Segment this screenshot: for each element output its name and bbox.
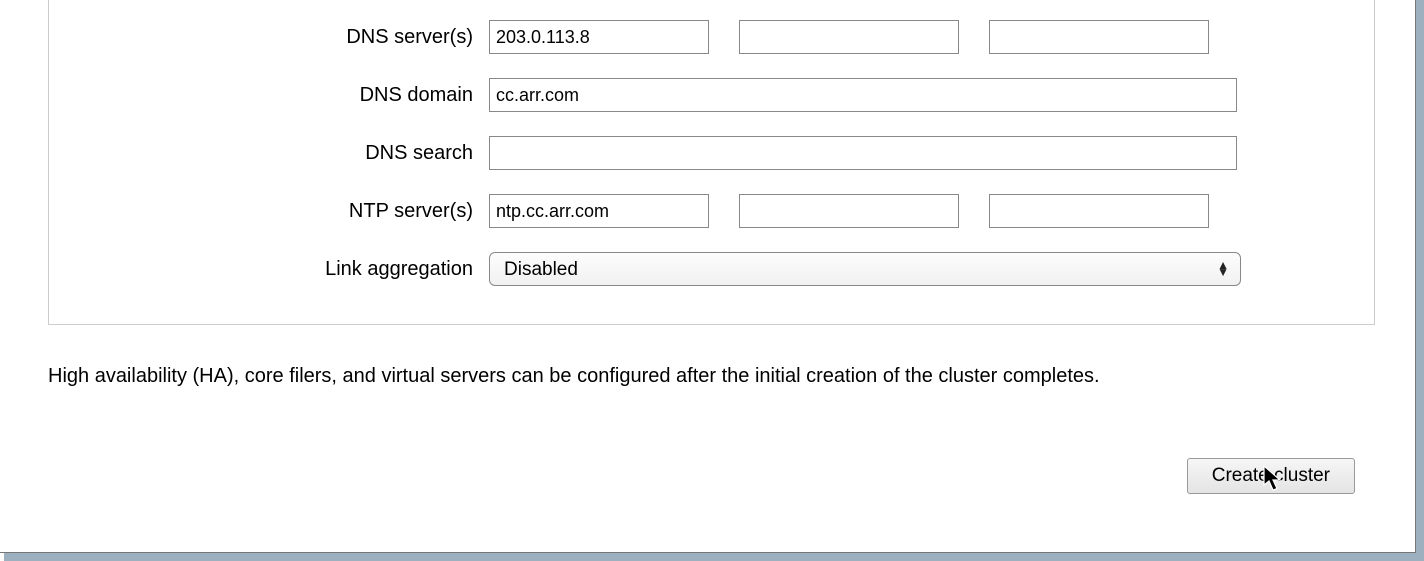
config-panel: DNS server(s) DNS domain DNS search <box>48 0 1375 325</box>
dns-server-input-3[interactable] <box>989 20 1209 54</box>
label-link-aggregation: Link aggregation <box>69 258 489 281</box>
label-dns-search: DNS search <box>69 142 489 165</box>
ntp-server-input-1[interactable] <box>489 194 709 228</box>
row-ntp-servers: NTP server(s) <box>69 194 1294 228</box>
row-dns-servers: DNS server(s) <box>69 20 1294 54</box>
row-dns-search: DNS search <box>69 136 1294 170</box>
label-dns-servers: DNS server(s) <box>69 26 489 49</box>
ntp-server-input-2[interactable] <box>739 194 959 228</box>
dns-search-input[interactable] <box>489 136 1237 170</box>
dns-server-input-2[interactable] <box>739 20 959 54</box>
dns-domain-input[interactable] <box>489 78 1237 112</box>
create-cluster-button[interactable]: Create cluster <box>1187 458 1355 494</box>
button-row: Create cluster <box>48 458 1375 494</box>
link-aggregation-select[interactable]: Disabled <box>489 252 1241 286</box>
label-dns-domain: DNS domain <box>69 84 489 107</box>
ntp-server-input-3[interactable] <box>989 194 1209 228</box>
info-note: High availability (HA), core filers, and… <box>48 365 1375 388</box>
row-dns-domain: DNS domain <box>69 78 1294 112</box>
label-ntp-servers: NTP server(s) <box>69 200 489 223</box>
dns-server-input-1[interactable] <box>489 20 709 54</box>
row-link-aggregation: Link aggregation Disabled ▲▼ <box>69 252 1294 286</box>
